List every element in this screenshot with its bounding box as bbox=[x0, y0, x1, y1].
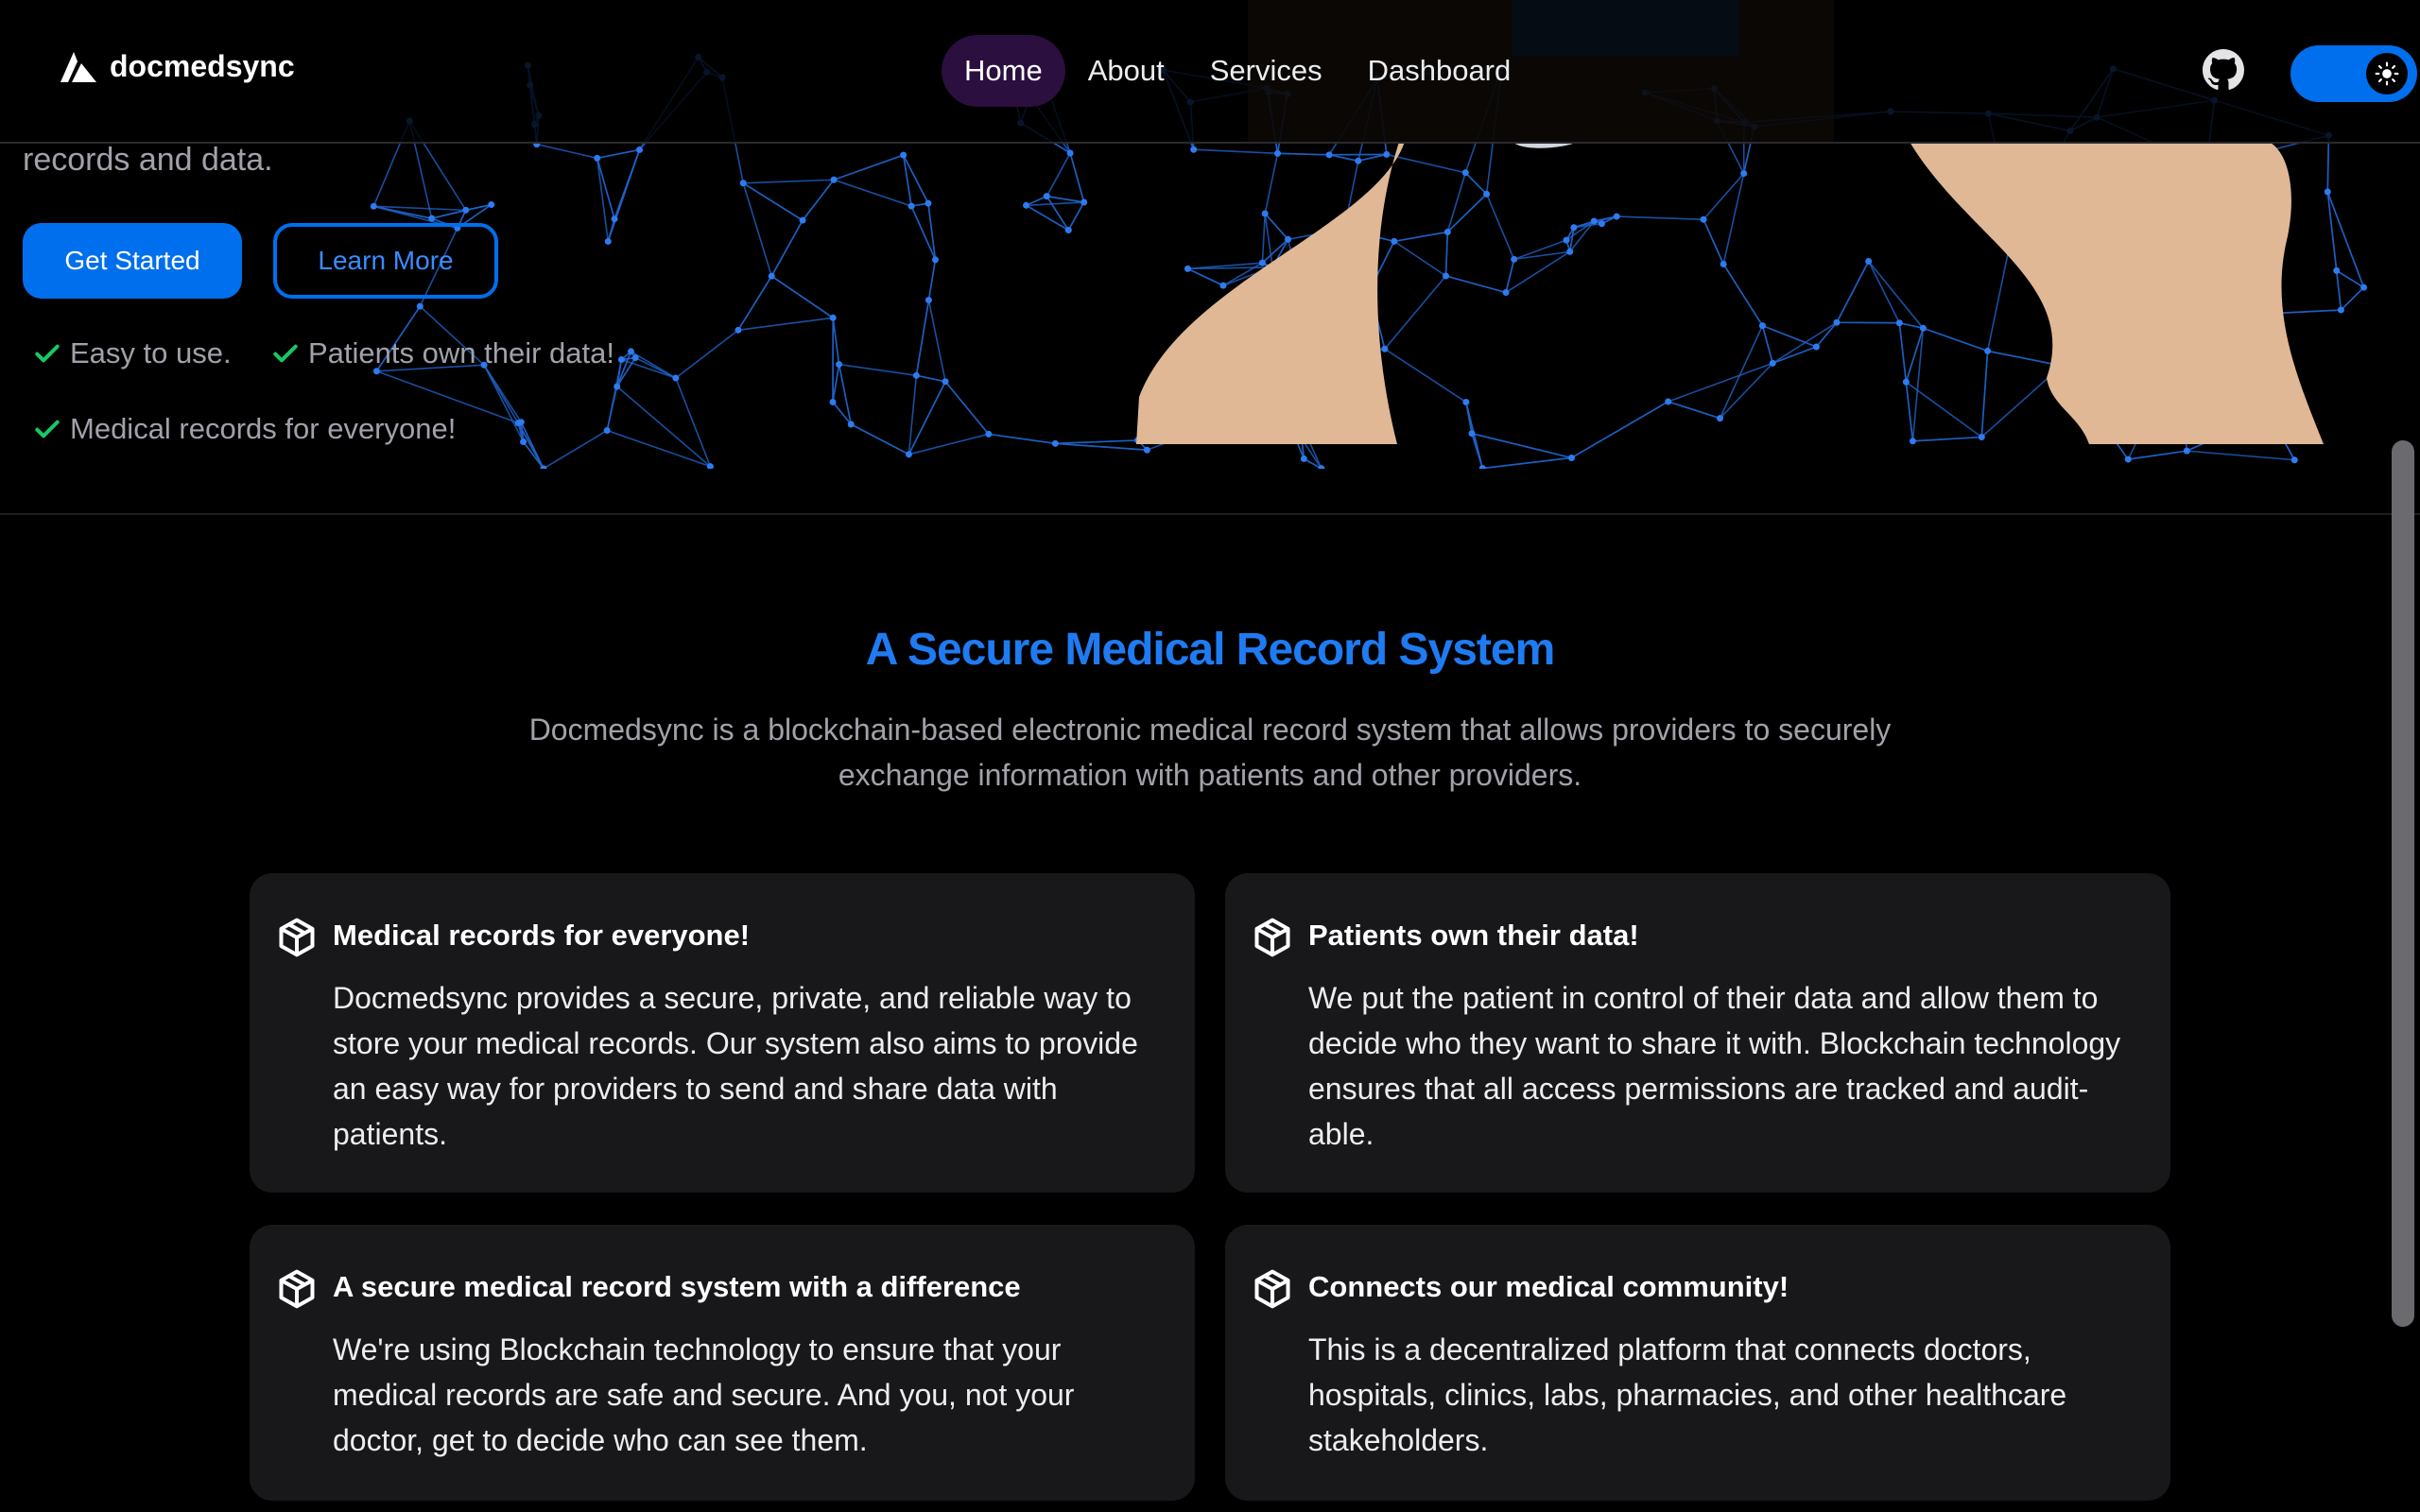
toggle-knob bbox=[2366, 53, 2408, 94]
card-body: This is a decentralized platform that co… bbox=[1308, 1332, 2067, 1457]
feature-card: A secure medical record system with a di… bbox=[250, 1225, 1195, 1501]
section-divider bbox=[0, 513, 2420, 515]
brand-name: docmedsync bbox=[110, 49, 295, 83]
feature-check-item: Medical records for everyone! bbox=[32, 412, 456, 446]
hero-subtitle: records and data. bbox=[23, 142, 273, 178]
feature-check-label: Medical records for everyone! bbox=[70, 412, 457, 445]
package-icon bbox=[279, 918, 315, 957]
get-started-button[interactable]: Get Started bbox=[23, 223, 242, 299]
feature-card: Patients own their data! We put the pati… bbox=[1225, 873, 2170, 1193]
card-body: We're using Blockchain technology to ens… bbox=[333, 1332, 1075, 1457]
package-icon bbox=[279, 1269, 315, 1309]
check-icon bbox=[273, 344, 298, 363]
top-navbar: docmedsync Home About Services Dashboard bbox=[0, 0, 2420, 144]
nav-link-dashboard[interactable]: Dashboard bbox=[1345, 35, 1534, 107]
sun-icon bbox=[2375, 61, 2399, 86]
theme-toggle[interactable] bbox=[2290, 45, 2417, 102]
card-body: We put the patient in control of their d… bbox=[1308, 981, 2121, 1151]
package-icon bbox=[1254, 918, 1290, 957]
card-title: Medical records for everyone! bbox=[333, 919, 751, 952]
learn-more-button[interactable]: Learn More bbox=[273, 223, 498, 299]
card-body: Docmedsync provides a secure, private, a… bbox=[333, 981, 1138, 1151]
feature-check-item: Patients own their data! bbox=[270, 336, 614, 370]
github-icon[interactable] bbox=[2203, 49, 2244, 91]
page-scrollbar[interactable] bbox=[2392, 440, 2414, 1327]
feature-check-label: Patients own their data! bbox=[308, 336, 614, 369]
nav-link-home[interactable]: Home bbox=[942, 35, 1065, 107]
nav-link-services[interactable]: Services bbox=[1187, 35, 1345, 107]
feature-card: Medical records for everyone! Docmedsync… bbox=[250, 873, 1195, 1193]
card-title: Connects our medical community! bbox=[1308, 1270, 1789, 1303]
package-icon bbox=[1254, 1269, 1290, 1309]
check-icon bbox=[35, 420, 60, 438]
section-title: A Secure Medical Record System bbox=[865, 625, 1556, 675]
card-title: A secure medical record system with a di… bbox=[333, 1270, 1021, 1303]
feature-check-item: Easy to use. bbox=[32, 336, 232, 370]
section-description: Docmedsync is a blockchain-based electro… bbox=[528, 713, 1892, 792]
brand-logo-link[interactable]: docmedsync bbox=[59, 49, 295, 84]
check-icon bbox=[35, 344, 60, 363]
nav-links: Home About Services Dashboard bbox=[942, 35, 1533, 107]
feature-card: Connects our medical community! This is … bbox=[1225, 1225, 2170, 1501]
nav-link-about[interactable]: About bbox=[1065, 35, 1187, 107]
feature-check-label: Easy to use. bbox=[70, 336, 232, 369]
logo-icon bbox=[60, 51, 96, 82]
card-title: Patients own their data! bbox=[1308, 919, 1639, 952]
